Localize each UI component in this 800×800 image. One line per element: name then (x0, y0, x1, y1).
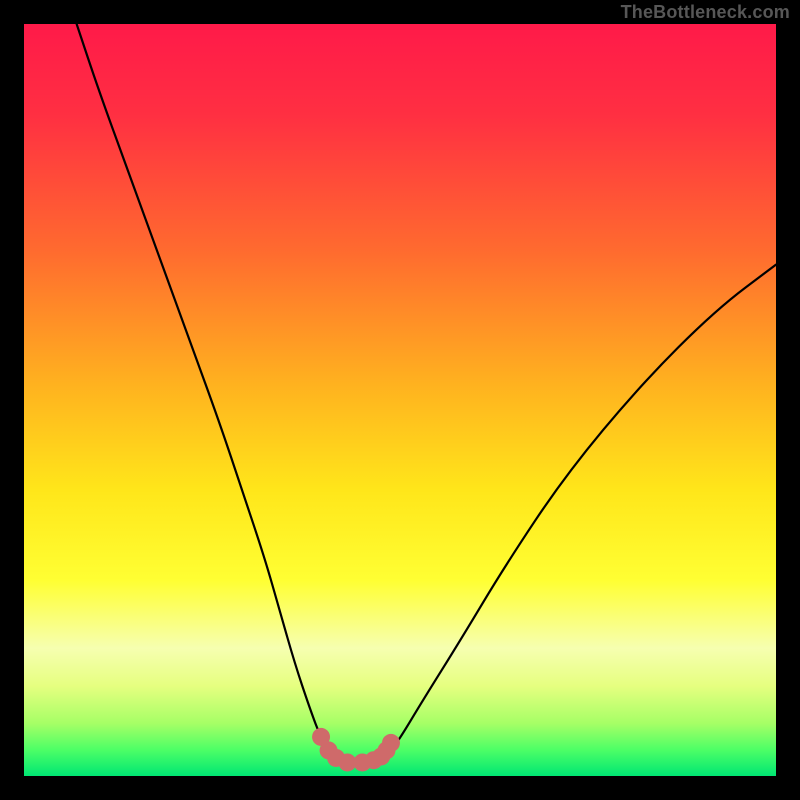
curve-layer (24, 24, 776, 776)
watermark-text: TheBottleneck.com (621, 2, 790, 23)
bottleneck-curve (77, 24, 776, 762)
highlight-dot (382, 734, 400, 752)
outer-frame: TheBottleneck.com (0, 0, 800, 800)
highlight-markers (312, 728, 400, 772)
plot-area (24, 24, 776, 776)
